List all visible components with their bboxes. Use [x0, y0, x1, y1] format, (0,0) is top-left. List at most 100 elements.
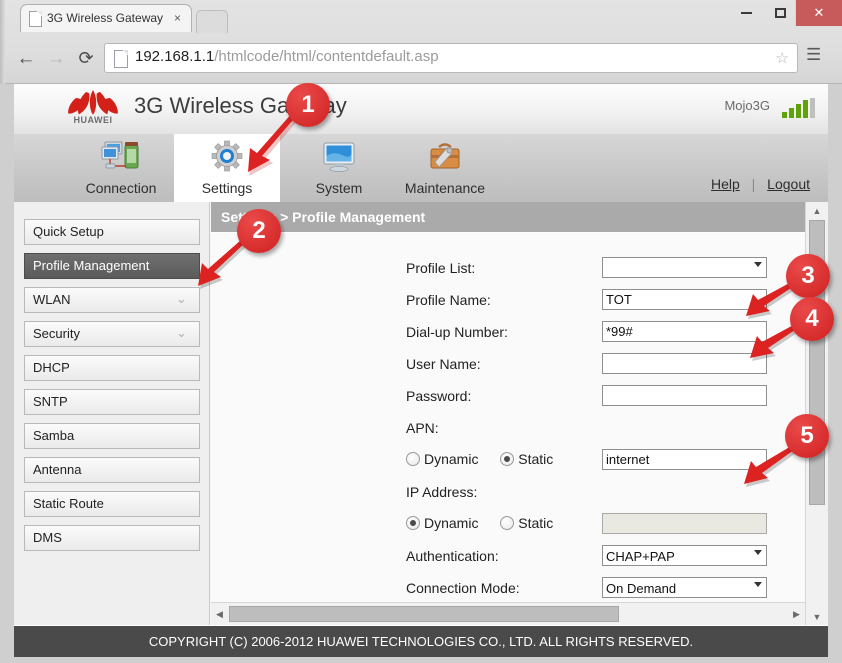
ip-static-label: Static	[518, 515, 554, 531]
scroll-up-arrow-icon[interactable]: ▲	[806, 202, 828, 219]
dialup-number-input-wrap	[602, 321, 767, 342]
annotation-badge-4: 4	[790, 297, 834, 341]
browser-chrome: 3G Wireless Gateway × ✕ ← → ⟳ 192.168.1.…	[0, 0, 842, 84]
back-icon[interactable]: ←	[12, 44, 40, 72]
hamburger-menu-icon[interactable]: ☰	[806, 46, 821, 63]
tab-title: 3G Wireless Gateway	[47, 11, 163, 25]
scroll-right-arrow-icon[interactable]: ▶	[788, 603, 805, 625]
sidebar-item-dms[interactable]: DMS	[24, 525, 200, 551]
apn-static-radio[interactable]	[500, 452, 515, 466]
window-close-button[interactable]: ✕	[795, 0, 842, 26]
form-row-apn-label: APN:	[211, 417, 813, 445]
profile-list-label: Profile List:	[406, 260, 476, 276]
sidebar-item-label: Antenna	[33, 462, 82, 477]
profile-name-input[interactable]	[602, 289, 767, 310]
annotation-badge-3: 3	[786, 254, 830, 298]
window-border-bottom	[0, 657, 842, 663]
router-header: HUAWEI 3G Wireless Gateway Mojo3G	[14, 84, 828, 135]
form-row-password: Password:	[211, 385, 813, 413]
ip-address-input-wrap	[602, 513, 767, 534]
sidebar-item-security[interactable]: Security ⌄	[24, 321, 200, 347]
logout-link[interactable]: Logout	[767, 176, 810, 192]
profile-form: Profile List: Profile Name: TOT Dial-up …	[211, 233, 813, 608]
close-icon[interactable]: ×	[174, 11, 181, 25]
connection-mode-label: Connection Mode:	[406, 580, 520, 596]
nav-tab-connection[interactable]: Connection	[68, 134, 174, 202]
profile-list-select[interactable]	[602, 257, 767, 278]
copyright-footer: COPYRIGHT (C) 2006-2012 HUAWEI TECHNOLOG…	[14, 626, 828, 657]
apn-dynamic-radio[interactable]	[406, 452, 420, 466]
tab-strip: 3G Wireless Gateway ×	[0, 0, 842, 33]
huawei-wordmark: HUAWEI	[73, 115, 113, 125]
ip-dynamic-radio[interactable]	[406, 516, 420, 530]
help-link[interactable]: Help	[711, 176, 740, 192]
chevron-down-icon	[754, 262, 762, 267]
main-nav: Connection Settings System Maintenance H…	[14, 134, 828, 203]
ip-static-radio[interactable]	[500, 516, 515, 530]
sidebar-item-dhcp[interactable]: DHCP	[24, 355, 200, 381]
monitor-icon	[319, 140, 359, 174]
form-row-profile-list: Profile List:	[211, 257, 813, 285]
form-row-authentication: Authentication: CHAP+PAP	[211, 545, 813, 573]
content-horizontal-scrollbar[interactable]: ◀ ▶	[211, 602, 805, 625]
device-name-label: Mojo3G	[724, 98, 770, 113]
annotation-badge-1: 1	[286, 83, 330, 127]
scroll-down-arrow-icon[interactable]: ▼	[806, 608, 828, 625]
sidebar-item-label: Profile Management	[33, 258, 150, 273]
signal-strength-icon	[782, 98, 816, 118]
sidebar-item-label: DHCP	[33, 360, 70, 375]
maximize-button[interactable]	[764, 0, 796, 26]
sidebar-item-sntp[interactable]: SNTP	[24, 389, 200, 415]
chevron-down-icon	[754, 582, 762, 587]
bookmark-star-icon[interactable]: ☆	[776, 49, 789, 67]
new-tab-button[interactable]	[196, 10, 228, 33]
apn-dynamic-label: Dynamic	[424, 451, 479, 467]
sidebar-item-static-route[interactable]: Static Route	[24, 491, 200, 517]
profile-list-select-wrap	[602, 257, 767, 283]
chevron-down-icon	[754, 550, 762, 555]
authentication-select-wrap: CHAP+PAP	[602, 545, 767, 566]
horizontal-scroll-thumb[interactable]	[229, 606, 619, 622]
ip-address-label: IP Address:	[406, 484, 478, 500]
password-label: Password:	[406, 388, 472, 404]
password-input-wrap	[602, 385, 767, 406]
sidebar-item-antenna[interactable]: Antenna	[24, 457, 200, 483]
form-row-dialup-number: Dial-up Number:	[211, 321, 813, 349]
sidebar-item-wlan[interactable]: WLAN ⌄	[24, 287, 200, 313]
apn-label: APN:	[406, 420, 439, 436]
address-bar[interactable]: 192.168.1.1/htmlcode/html/contentdefault…	[104, 43, 798, 73]
annotation-badge-2: 2	[237, 209, 281, 253]
browser-tab[interactable]: 3G Wireless Gateway ×	[20, 4, 192, 32]
authentication-select[interactable]: CHAP+PAP	[602, 545, 767, 566]
user-name-label: User Name:	[406, 356, 481, 372]
sidebar-item-profile-management[interactable]: Profile Management	[24, 253, 200, 279]
screenshot-root: 3G Wireless Gateway × ✕ ← → ⟳ 192.168.1.…	[0, 0, 842, 663]
minimize-button[interactable]	[730, 0, 762, 26]
reload-icon[interactable]: ⟳	[72, 44, 100, 72]
connection-mode-value: On Demand	[606, 581, 677, 596]
connection-icon	[101, 140, 141, 174]
forward-icon[interactable]: →	[42, 44, 70, 72]
sidebar-item-samba[interactable]: Samba	[24, 423, 200, 449]
authentication-value: CHAP+PAP	[606, 549, 675, 564]
ip-address-input[interactable]	[602, 513, 767, 534]
connection-mode-select[interactable]: On Demand	[602, 577, 767, 598]
sidebar-item-label: SNTP	[33, 394, 68, 409]
apn-static-label: Static	[518, 451, 554, 467]
page-info-icon	[114, 50, 128, 68]
nav-tab-maintenance[interactable]: Maintenance	[392, 134, 498, 202]
password-input[interactable]	[602, 385, 767, 406]
content-panel: Settings > Profile Management Profile Li…	[211, 202, 813, 625]
url-host: 192.168.1.1	[135, 48, 215, 65]
dialup-number-input[interactable]	[602, 321, 767, 342]
user-name-input-wrap	[602, 353, 767, 374]
form-row-apn-mode: Dynamic Static	[211, 449, 813, 477]
minimize-icon	[740, 12, 752, 14]
user-name-input[interactable]	[602, 353, 767, 374]
annotation-badge-5: 5	[785, 414, 829, 458]
chevron-down-icon: ⌄	[176, 325, 187, 340]
scroll-left-arrow-icon[interactable]: ◀	[211, 603, 228, 625]
sidebar-item-quick-setup[interactable]: Quick Setup	[24, 219, 200, 245]
sidebar-item-label: Quick Setup	[33, 224, 104, 239]
nav-tab-label: Settings	[201, 180, 253, 196]
